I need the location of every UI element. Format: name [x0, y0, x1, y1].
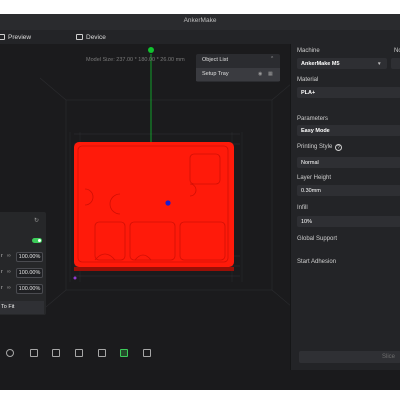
preview-icon — [0, 34, 5, 40]
material-label: Material — [297, 77, 319, 83]
link-icon: ∞ — [7, 269, 11, 275]
parameters-label: Parameters — [297, 116, 329, 122]
nozzle-label: No — [394, 48, 400, 54]
object-item-label: Setup Tray — [202, 71, 229, 77]
chevron-down-icon: ▾ — [378, 60, 381, 67]
title-bar: AnkerMake — [0, 14, 400, 30]
layer-height-select[interactable]: 0.30mm — [297, 185, 400, 196]
eye-icon[interactable]: ◉ — [258, 71, 262, 77]
layer-height-label: Layer Height — [297, 175, 332, 181]
view-toolbar — [0, 349, 160, 363]
origin-point — [165, 200, 171, 206]
link-icon: ∞ — [7, 285, 11, 291]
view-back-icon[interactable] — [52, 349, 60, 357]
view-right-icon[interactable] — [98, 349, 106, 357]
view-front-icon[interactable] — [30, 349, 38, 357]
global-support-label: Global Support — [297, 236, 338, 242]
corner-marker — [73, 276, 77, 280]
build-plate-view — [39, 54, 290, 313]
object-list-panel: Object List ⌃ Setup Tray ◉ ▦ — [196, 54, 280, 82]
layer-height-value: 0.30mm — [301, 187, 321, 194]
device-icon — [76, 34, 83, 40]
preview-tab-label: Preview — [8, 33, 32, 41]
3d-viewport[interactable]: Model Size: 237.00 * 180.00 * 26.00 mm O… — [0, 44, 290, 370]
view-top-icon[interactable] — [120, 349, 128, 357]
scale-z-label: r — [1, 285, 3, 291]
machine-value: AnkerMake M5 — [301, 60, 340, 67]
machine-select[interactable]: AnkerMake M5 ▾ — [297, 58, 387, 69]
material-select[interactable]: PLA+ — [297, 87, 400, 98]
device-tab[interactable]: Device — [76, 32, 106, 42]
refresh-icon[interactable]: ↻ — [34, 217, 39, 224]
view-left-icon[interactable] — [75, 349, 83, 357]
slice-button-label: Slice — [381, 353, 395, 360]
object-list-title: Object List — [202, 57, 228, 63]
scale-x-field[interactable]: 100.00% — [16, 252, 43, 262]
model-size-text: Model Size: 237.00 * 180.00 * 26.00 mm — [86, 57, 185, 63]
printing-style-select[interactable]: Normal — [297, 157, 400, 168]
object-list-header[interactable]: Object List ⌃ — [196, 54, 280, 67]
slice-button[interactable]: Slice — [299, 351, 400, 363]
top-toolbar: Preview Device — [0, 30, 400, 45]
material-value: PLA+ — [301, 89, 316, 96]
infill-select[interactable]: 10% — [297, 216, 400, 227]
infill-label: Infill — [297, 205, 308, 211]
window-bottom-edge — [0, 370, 400, 390]
scale-y-label: r — [1, 269, 3, 275]
settings-sidebar: Machine No AnkerMake M5 ▾ Material PLA+ … — [290, 44, 400, 370]
device-tab-label: Device — [86, 33, 106, 41]
nozzle-select[interactable] — [391, 58, 400, 69]
infill-value: 10% — [301, 218, 313, 225]
help-icon[interactable]: ? — [335, 144, 342, 151]
object-list-item[interactable]: Setup Tray ◉ ▦ — [196, 68, 280, 81]
window-title: AnkerMake — [183, 17, 217, 24]
machine-label: Machine — [297, 48, 320, 54]
uniform-scale-toggle[interactable] — [32, 238, 42, 243]
view-iso-icon[interactable] — [6, 349, 14, 357]
parameters-value: Easy Mode — [301, 127, 330, 134]
z-axis-handle[interactable] — [148, 47, 154, 53]
printing-style-label: Printing Style — [297, 144, 333, 150]
scale-z-field[interactable]: 100.00% — [16, 284, 43, 294]
collapse-icon[interactable]: ⌃ — [270, 56, 274, 62]
view-bottom-icon[interactable] — [143, 349, 151, 357]
link-icon: ∞ — [7, 253, 11, 259]
preview-tab[interactable]: Preview — [0, 32, 31, 42]
delete-icon[interactable]: ▦ — [268, 71, 273, 77]
scale-to-fit-button[interactable]: To Fit — [0, 301, 44, 314]
scale-panel: ↻ r ∞ 100.00% r ∞ 100.00% r ∞ 100.00% To… — [0, 212, 46, 315]
model-body[interactable] — [74, 142, 234, 267]
scale-to-fit-label: To Fit — [1, 304, 15, 310]
parameters-select[interactable]: Easy Mode — [297, 125, 400, 136]
scale-x-label: r — [1, 253, 3, 259]
start-adhesion-label: Start Adhesion — [297, 259, 337, 265]
printing-style-value: Normal — [301, 159, 319, 166]
scale-y-field[interactable]: 100.00% — [16, 268, 43, 278]
